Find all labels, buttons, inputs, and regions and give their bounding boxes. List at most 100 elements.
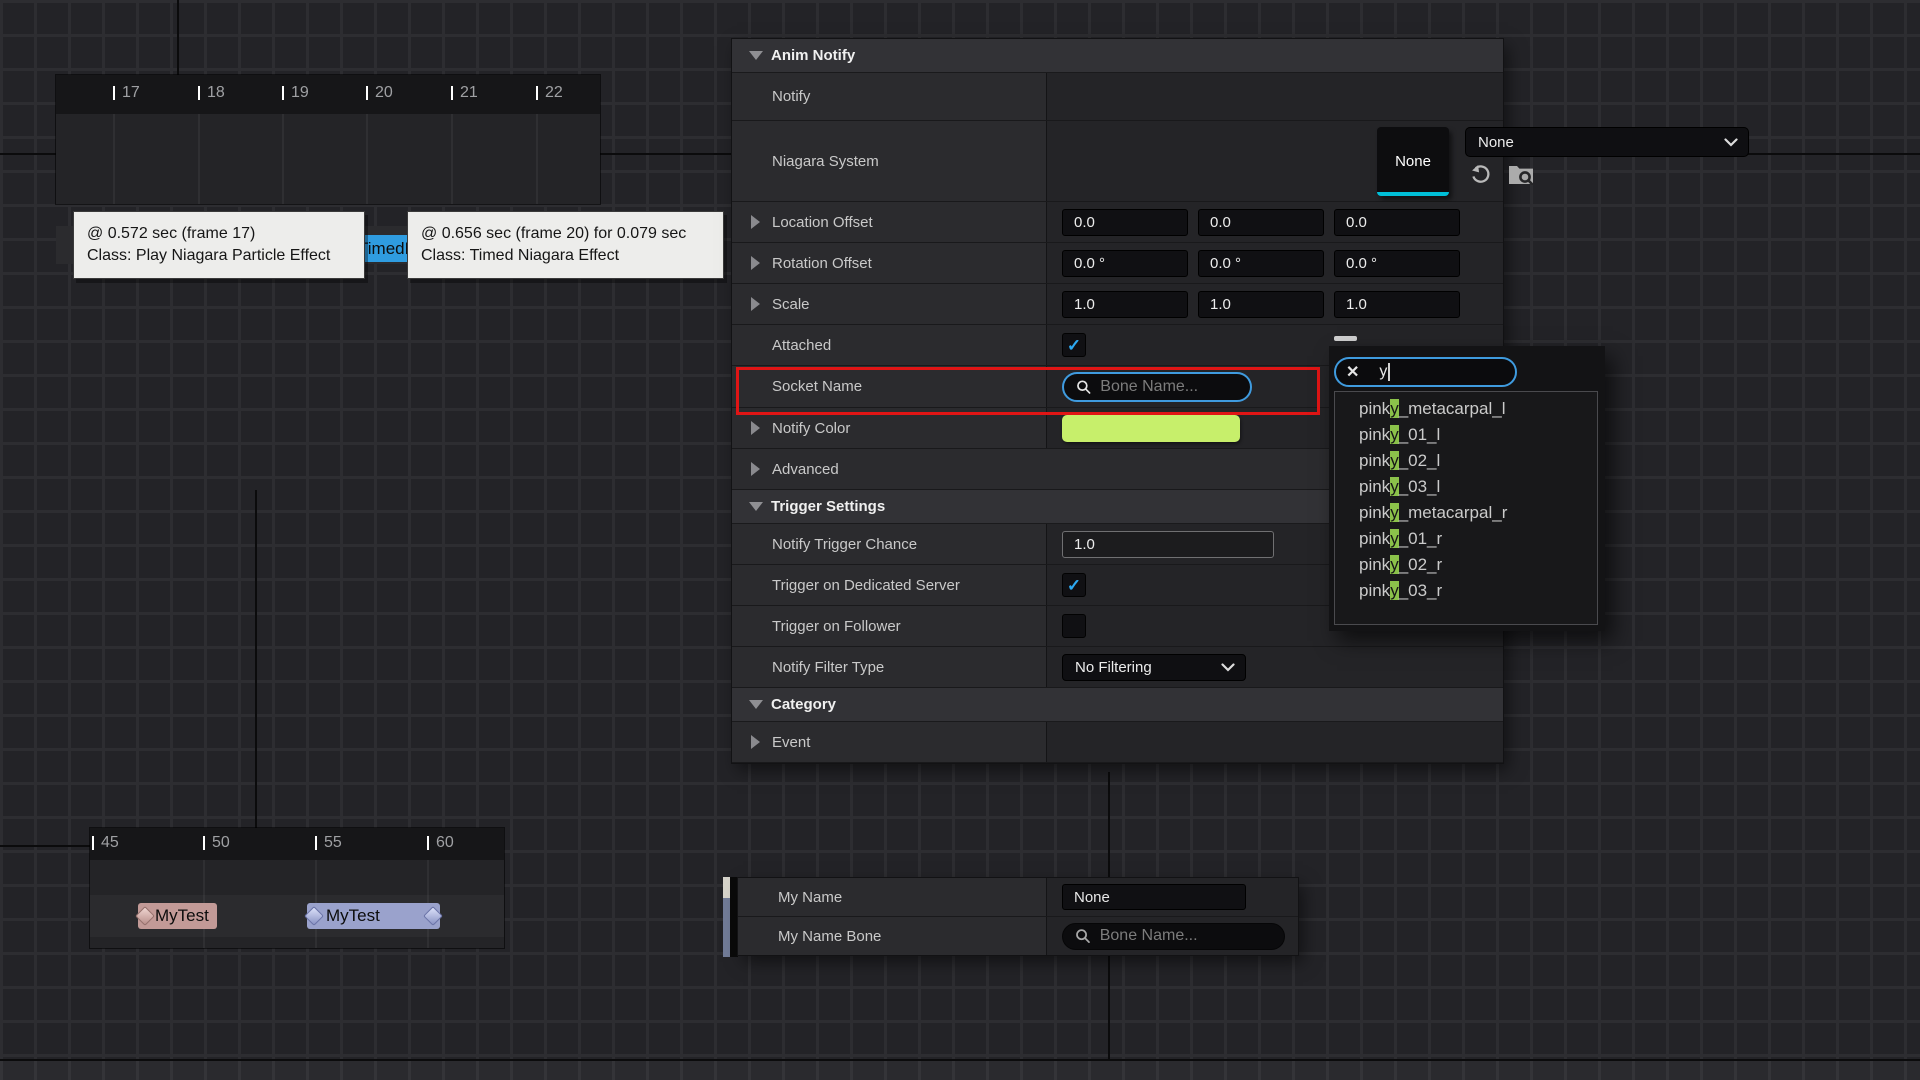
row-niagara-system: Niagara System None None	[732, 121, 1503, 202]
expander-icon[interactable]	[751, 421, 760, 435]
row-my-name: My Name None	[738, 878, 1298, 917]
dedicated-server-checkbox[interactable]: ✓	[1062, 573, 1086, 597]
property-label: Niagara System	[772, 153, 879, 170]
scale-x-field[interactable]: 1.0	[1062, 291, 1188, 318]
top-notify-track-panel: 17 18 19 20 21 22 PlayNiagaraEffec Timed…	[56, 75, 600, 204]
tooltip-class-line: Class: Play Niagara Particle Effect	[87, 245, 351, 267]
rotation-z-field[interactable]: 0.0 °	[1334, 250, 1460, 277]
bone-list-item[interactable]: pinky_metacarpal_l	[1335, 396, 1597, 422]
tick-mark	[366, 86, 368, 100]
tick-mark	[92, 836, 94, 850]
field-value: 1.0	[1074, 536, 1095, 553]
section-title: Anim Notify	[771, 47, 855, 64]
timeline-gridline	[451, 114, 453, 204]
section-header-category[interactable]: Category	[732, 688, 1503, 722]
property-label: Scale	[772, 296, 810, 313]
row-location-offset: Location Offset 0.0 0.0 0.0	[732, 202, 1503, 243]
expander-icon[interactable]	[751, 735, 760, 749]
bone-list-item[interactable]: pinky_01_l	[1335, 422, 1597, 448]
scale-y-field[interactable]: 1.0	[1198, 291, 1324, 318]
property-label: Advanced	[772, 461, 839, 478]
bone-list-item[interactable]: pinky_03_r	[1335, 578, 1597, 604]
location-x-field[interactable]: 0.0	[1062, 209, 1188, 236]
my-name-bone-search-field[interactable]	[1062, 923, 1285, 950]
field-value: 0.0	[1346, 214, 1367, 231]
timeline-gridline	[536, 114, 538, 204]
bone-list-item[interactable]: pinky_metacarpal_r	[1335, 500, 1597, 526]
bone-list-item[interactable]: pinky_02_l	[1335, 448, 1597, 474]
rotation-y-field[interactable]: 0.0 °	[1198, 250, 1324, 277]
notify-label: MyTest	[155, 906, 209, 925]
expander-icon[interactable]	[751, 215, 760, 229]
use-selected-asset-icon[interactable]	[1469, 163, 1492, 186]
tick-label: 17	[122, 84, 140, 102]
bone-search-field[interactable]: ✕ y	[1334, 357, 1517, 387]
thumbnail-type-bar	[1377, 192, 1449, 196]
socket-name-input[interactable]	[1100, 378, 1238, 396]
expander-icon[interactable]	[751, 256, 760, 270]
collapse-arrow-icon[interactable]	[749, 51, 763, 60]
row-event: Event	[732, 722, 1503, 763]
field-value: 1.0	[1346, 296, 1367, 313]
notify-trigger-chance-field[interactable]: 1.0	[1062, 531, 1274, 558]
notify-label: MyTest	[326, 906, 380, 925]
tick-mark	[113, 86, 115, 100]
collapse-arrow-icon[interactable]	[749, 700, 763, 709]
my-name-field[interactable]: None	[1062, 884, 1246, 910]
match-highlight: y	[1390, 581, 1399, 600]
popup-grip-dash	[1334, 336, 1357, 341]
field-value: 0.0 °	[1346, 255, 1377, 272]
chevron-down-icon	[1221, 663, 1235, 672]
search-icon	[1076, 378, 1091, 396]
field-value: 0.0	[1210, 214, 1231, 231]
tick-label: 22	[545, 84, 563, 102]
notify-color-swatch[interactable]	[1062, 415, 1240, 442]
follower-checkbox[interactable]	[1062, 614, 1086, 638]
property-label: My Name	[778, 889, 842, 906]
tick-label: 45	[101, 834, 119, 852]
checkmark-icon: ✓	[1067, 577, 1081, 594]
property-label: Location Offset	[772, 214, 873, 231]
bone-list-item[interactable]: pinky_01_r	[1335, 526, 1597, 552]
tick-label: 21	[460, 84, 478, 102]
scrollbar-thumb[interactable]	[723, 877, 730, 898]
field-value: None	[1074, 889, 1110, 906]
property-label: Trigger on Follower	[772, 618, 901, 635]
dropdown-value: No Filtering	[1075, 659, 1152, 676]
chevron-down-icon	[1724, 138, 1738, 147]
notify-filter-type-dropdown[interactable]: No Filtering	[1062, 654, 1246, 681]
tick-mark	[536, 86, 538, 100]
section-title: Category	[771, 696, 836, 713]
scale-z-field[interactable]: 1.0	[1334, 291, 1460, 318]
match-highlight: y	[1390, 529, 1399, 548]
text-cursor	[1388, 363, 1390, 381]
vertical-scrollbar[interactable]	[723, 877, 730, 957]
bone-list-item[interactable]: pinky_03_l	[1335, 474, 1597, 500]
tick-label: 20	[375, 84, 393, 102]
rotation-x-field[interactable]: 0.0 °	[1062, 250, 1188, 277]
location-z-field[interactable]: 0.0	[1334, 209, 1460, 236]
collapse-arrow-icon[interactable]	[749, 502, 763, 511]
niagara-system-dropdown[interactable]: None	[1465, 127, 1749, 157]
browse-to-asset-icon[interactable]	[1508, 164, 1534, 185]
clear-search-icon[interactable]: ✕	[1346, 362, 1359, 382]
section-header-anim-notify[interactable]: Anim Notify	[732, 39, 1503, 73]
location-y-field[interactable]: 0.0	[1198, 209, 1324, 236]
bone-list-item[interactable]: pinky_02_r	[1335, 552, 1597, 578]
socket-name-search-field[interactable]	[1062, 372, 1252, 402]
tick-mark	[203, 836, 205, 850]
row-scale: Scale 1.0 1.0 1.0	[732, 284, 1503, 325]
match-highlight: y	[1390, 451, 1399, 470]
field-value: 1.0	[1074, 296, 1095, 313]
expander-icon[interactable]	[751, 462, 760, 476]
attached-checkbox[interactable]: ✓	[1062, 333, 1086, 357]
expander-icon[interactable]	[751, 297, 760, 311]
asset-thumbnail[interactable]: None	[1377, 127, 1449, 196]
field-value: 0.0 °	[1074, 255, 1105, 272]
tick-label: 19	[291, 84, 309, 102]
notify-mytest-lavender[interactable]: MyTest	[307, 903, 440, 929]
my-name-bone-input[interactable]	[1100, 927, 1272, 945]
dropdown-value: None	[1478, 134, 1514, 151]
notify-tooltip-timed: @ 0.656 sec (frame 20) for 0.079 sec Cla…	[407, 211, 724, 279]
bone-picker-popup: ✕ y pinky_metacarpal_l pinky_01_l pinky_…	[1329, 346, 1605, 631]
